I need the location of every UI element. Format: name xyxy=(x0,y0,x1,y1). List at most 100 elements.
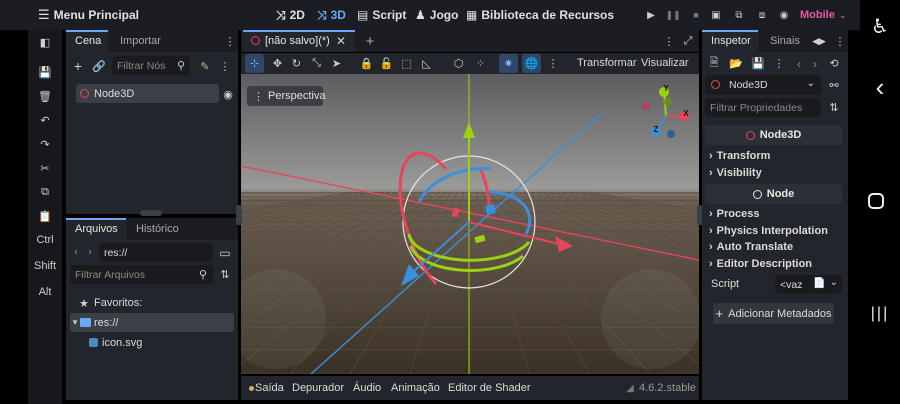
redo-icon[interactable]: ↷ xyxy=(28,134,62,154)
sun-toggle-icon[interactable]: ✷ xyxy=(501,56,516,71)
dock-resize-handle[interactable] xyxy=(140,210,162,216)
history-back-icon[interactable]: ‹ xyxy=(793,56,805,71)
scale-tool-icon[interactable]: ⤡ xyxy=(309,56,324,71)
workspace-assetlib-button[interactable]: ▦ Biblioteca de Recursos xyxy=(466,0,614,30)
add-node-icon[interactable]: + xyxy=(70,58,86,74)
tab-files[interactable]: Arquivos xyxy=(75,218,118,240)
transform-menu[interactable]: Transformar xyxy=(577,57,637,69)
prop-transform[interactable]: › Transform xyxy=(709,150,770,162)
link-icon[interactable]: 🔗 xyxy=(91,58,107,74)
inspector-more-icon[interactable]: ⋮ xyxy=(835,34,846,48)
perspective-menu-button[interactable]: ⋮ Perspectiva xyxy=(247,86,325,106)
animation-tab[interactable]: Animação xyxy=(391,382,440,394)
workspace-game-button[interactable]: ♟ Jogo xyxy=(415,0,458,30)
lock-icon[interactable]: 🔒 xyxy=(359,56,374,71)
group-icon[interactable]: ⬚ xyxy=(399,56,414,71)
tab-scroll-icon[interactable]: ◀▶ xyxy=(812,34,826,48)
main-menu-button[interactable]: ☰ Menu Principal xyxy=(38,0,139,30)
resource-more-icon[interactable]: ⋮ xyxy=(773,56,785,71)
property-settings-icon[interactable]: ⇅ xyxy=(826,100,842,115)
alt-key[interactable]: Alt xyxy=(28,282,62,302)
copy-icon[interactable]: ⧉ xyxy=(28,182,62,202)
filter-files-input[interactable]: Filtrar Arquivos xyxy=(70,265,213,284)
accessibility-icon[interactable]: ♿ xyxy=(868,12,892,40)
play-scene-icon[interactable]: ⧉ xyxy=(732,8,746,22)
sort-icon[interactable]: ⇅ xyxy=(218,267,232,282)
save-icon[interactable]: 💾 xyxy=(28,62,62,82)
prop-physics-interpolation[interactable]: › Physics Interpolation xyxy=(709,225,828,237)
filter-properties-input[interactable]: Filtrar Propriedades xyxy=(705,98,821,117)
workspace-3d-button[interactable]: ⤨ 3D xyxy=(317,0,346,30)
visibility-eye-icon[interactable]: ◉ xyxy=(221,87,235,101)
ruler-icon[interactable]: ◺ xyxy=(419,56,434,71)
object-history-icon[interactable]: ⟲ xyxy=(827,56,841,71)
tabs-more-icon[interactable]: ⋮ xyxy=(663,34,675,48)
add-tab-icon[interactable]: + xyxy=(363,33,377,50)
tab-signals[interactable]: Sinais xyxy=(770,30,800,52)
folder-icon xyxy=(80,318,91,327)
tab-import[interactable]: Importar xyxy=(120,30,161,52)
shift-key[interactable]: Shift xyxy=(28,256,62,276)
3d-viewport[interactable]: Y X Z ⋮ Perspectiva xyxy=(241,74,699,374)
object-selector[interactable]: Node3D ⌄ xyxy=(705,75,821,95)
scene-script-icon[interactable]: ✎ xyxy=(197,58,213,74)
stop-icon[interactable]: ■ xyxy=(689,8,703,22)
snap-icon[interactable]: ⁘ xyxy=(473,56,488,71)
forward-icon[interactable]: › xyxy=(84,245,96,259)
move-tool-icon[interactable]: ✥ xyxy=(270,56,285,71)
shader-editor-tab[interactable]: Editor de Shader xyxy=(448,382,531,394)
tab-history[interactable]: Histórico xyxy=(136,218,179,240)
environment-toggle-icon[interactable]: 🌐 xyxy=(524,56,539,71)
movie-maker-icon[interactable]: ◉ xyxy=(777,8,791,22)
unlock-icon[interactable]: 🔓 xyxy=(379,56,394,71)
history-forward-icon[interactable]: › xyxy=(809,56,821,71)
open-resource-icon[interactable]: 📂 xyxy=(729,56,743,71)
prop-process[interactable]: › Process xyxy=(709,208,759,220)
prop-auto-translate[interactable]: › Auto Translate xyxy=(709,241,793,253)
back-nav-icon[interactable]: ‹ xyxy=(868,72,892,102)
renderer-dropdown[interactable]: Mobile ⌄ xyxy=(800,0,846,30)
collapse-arrow-icon[interactable]: ▾ xyxy=(71,316,79,328)
play-icon[interactable]: ▶ xyxy=(644,8,658,22)
play-custom-icon[interactable]: ⧈ xyxy=(755,8,769,22)
cut-icon[interactable]: ✂ xyxy=(28,158,62,178)
scene-more-icon[interactable]: ⋮ xyxy=(219,58,231,74)
split-view-icon[interactable]: ▭ xyxy=(218,245,232,260)
node-docs-icon[interactable]: ⚯ xyxy=(826,78,842,93)
paste-icon[interactable]: 📋 xyxy=(28,206,62,226)
more-options-icon[interactable]: ⋮ xyxy=(224,34,236,48)
save-resource-icon[interactable]: 💾 xyxy=(751,56,765,71)
view-menu[interactable]: Visualizar xyxy=(641,57,689,69)
home-nav-icon[interactable] xyxy=(868,193,884,209)
workspace-2d-button[interactable]: ⤨ 2D xyxy=(276,0,305,30)
close-icon[interactable]: ✕ xyxy=(335,34,347,48)
environment-more-icon[interactable]: ⋮ xyxy=(547,56,559,71)
distraction-free-icon[interactable]: ⤢ xyxy=(681,34,695,48)
left-split-handle[interactable] xyxy=(236,205,242,225)
workspace-script-button[interactable]: ▤ Script xyxy=(357,0,406,30)
local-space-icon[interactable]: ⬡ xyxy=(451,56,466,71)
remote-debug-icon[interactable]: ▣ xyxy=(709,8,723,22)
output-tab[interactable]: Saída xyxy=(255,382,284,394)
tab-inspector[interactable]: Inspetor xyxy=(711,30,751,52)
delete-icon[interactable]: 🗑 xyxy=(28,86,62,106)
pause-icon[interactable]: ❚❚ xyxy=(665,8,680,22)
undo-icon[interactable]: ↶ xyxy=(28,110,62,130)
list-select-icon[interactable]: ➤ xyxy=(329,56,344,71)
prop-editor-description[interactable]: › Editor Description xyxy=(709,258,812,270)
rotate-tool-icon[interactable]: ↻ xyxy=(289,56,304,71)
select-tool-icon[interactable]: ⊹ xyxy=(247,56,262,71)
path-input[interactable]: res:// xyxy=(99,243,213,262)
debugger-tab[interactable]: Depurador xyxy=(292,382,344,394)
tab-scene[interactable]: Cena xyxy=(75,30,101,52)
recents-nav-icon[interactable]: ||| xyxy=(868,300,892,328)
add-metadata-button[interactable]: + Adicionar Metadados xyxy=(713,303,834,324)
ctrl-key[interactable]: Ctrl xyxy=(28,230,62,250)
toggle-dock-icon[interactable]: ◧ xyxy=(28,32,62,52)
new-resource-icon[interactable]: 🗎 xyxy=(707,56,721,71)
file-item-icon-svg[interactable]: icon.svg xyxy=(102,337,142,349)
back-icon[interactable]: ‹ xyxy=(70,245,82,259)
audio-tab[interactable]: Áudio xyxy=(353,382,381,394)
script-field[interactable]: <vaz 📄 ⌄ xyxy=(775,275,842,294)
prop-visibility[interactable]: › Visibility xyxy=(709,167,762,179)
